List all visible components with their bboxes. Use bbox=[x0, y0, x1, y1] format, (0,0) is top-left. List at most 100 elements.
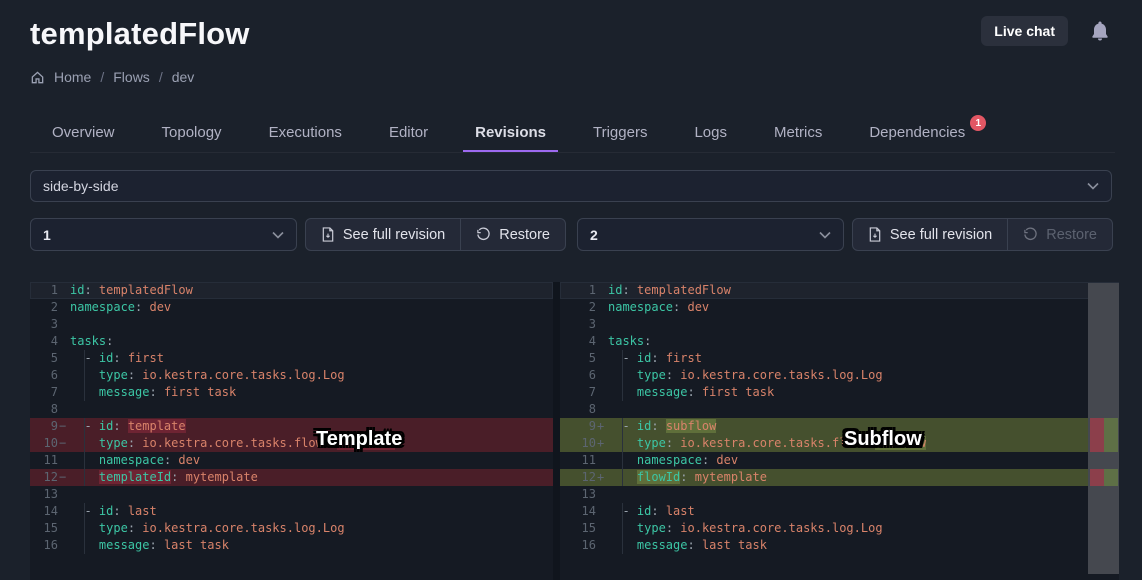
line-number: 2 bbox=[560, 299, 596, 316]
code-line: 8 bbox=[30, 401, 553, 418]
revision-select-left[interactable]: 1 bbox=[30, 218, 297, 251]
tab-executions[interactable]: Executions bbox=[257, 116, 354, 153]
line-number: 2 bbox=[30, 299, 58, 316]
file-icon bbox=[868, 227, 882, 242]
code-content: namespace: dev bbox=[70, 299, 553, 316]
code-content bbox=[70, 401, 553, 418]
diff-marker bbox=[596, 452, 608, 469]
line-number: 14 bbox=[30, 503, 58, 520]
diff-marker bbox=[596, 537, 608, 554]
chevron-down-icon bbox=[1087, 182, 1099, 190]
code-content: message: first task bbox=[608, 384, 1119, 401]
restore-button-left[interactable]: Restore bbox=[460, 219, 565, 250]
indent-guide bbox=[622, 435, 623, 452]
indent-guide bbox=[84, 520, 85, 537]
see-full-revision-label: See full revision bbox=[343, 227, 445, 243]
code-line: 11 namespace: dev bbox=[30, 452, 553, 469]
indent-guide bbox=[84, 384, 85, 401]
breadcrumb-item-dev[interactable]: dev bbox=[172, 69, 195, 85]
tab-triggers[interactable]: Triggers bbox=[581, 116, 659, 153]
line-number: 5 bbox=[30, 350, 58, 367]
tab-editor[interactable]: Editor bbox=[377, 116, 440, 153]
indent-guide bbox=[84, 418, 85, 435]
code-line: 5 - id: first bbox=[560, 350, 1119, 367]
see-full-revision-button-right[interactable]: See full revision bbox=[853, 219, 1007, 250]
diff-marker bbox=[596, 384, 608, 401]
notification-bell-icon[interactable] bbox=[1090, 20, 1110, 42]
indent-guide bbox=[622, 418, 623, 435]
tab-bar: Overview Topology Executions Editor Revision… bbox=[0, 116, 1142, 153]
tab-dependencies[interactable]: Dependencies1 bbox=[857, 116, 977, 153]
line-number: 8 bbox=[30, 401, 58, 418]
code-content: namespace: dev bbox=[608, 452, 1119, 469]
line-number: 9 bbox=[30, 418, 58, 435]
live-chat-button[interactable]: Live chat bbox=[981, 16, 1068, 46]
code-content: - id: last bbox=[608, 503, 1119, 520]
code-content: type: io.kestra.core.tasks.log.Log bbox=[70, 520, 553, 537]
see-full-revision-label: See full revision bbox=[890, 227, 992, 243]
diff-marker bbox=[596, 299, 608, 316]
diff-pane-modified[interactable]: 1id: templatedFlow2namespace: dev34tasks… bbox=[560, 282, 1119, 580]
diff-marker: + bbox=[596, 469, 608, 486]
diff-marker bbox=[58, 486, 70, 503]
diff-marker bbox=[58, 316, 70, 333]
revision-value-right: 2 bbox=[590, 227, 598, 243]
home-icon[interactable] bbox=[30, 70, 45, 85]
code-content: templateId: mytemplate bbox=[70, 469, 553, 486]
restore-button-right[interactable]: Restore bbox=[1007, 219, 1112, 250]
restore-icon bbox=[476, 227, 491, 242]
line-number: 8 bbox=[560, 401, 596, 418]
diff-marker bbox=[596, 520, 608, 537]
code-content: namespace: dev bbox=[70, 452, 553, 469]
line-number: 14 bbox=[560, 503, 596, 520]
code-content: type: io.kestra.core.tasks.flows.Subflow bbox=[608, 435, 1119, 452]
indent-guide bbox=[622, 452, 623, 469]
diff-mode-select[interactable]: side-by-side bbox=[30, 170, 1112, 202]
code-content: - id: subflow bbox=[608, 418, 1119, 435]
tab-logs[interactable]: Logs bbox=[682, 116, 739, 153]
code-content: type: io.kestra.core.tasks.flows.Templat… bbox=[70, 435, 553, 452]
line-number: 16 bbox=[560, 537, 596, 554]
code-line: 2 namespace: dev bbox=[30, 299, 553, 316]
line-number: 7 bbox=[560, 384, 596, 401]
code-content: - id: template bbox=[70, 418, 553, 435]
diff-marker: + bbox=[596, 435, 608, 452]
code-line: 9− - id: template bbox=[30, 418, 553, 435]
diff-marker: + bbox=[596, 418, 608, 435]
revision-actions-right: See full revision Restore bbox=[852, 218, 1113, 251]
line-number: 12 bbox=[30, 469, 58, 486]
diff-pane-original[interactable]: 1id: templatedFlow2namespace: dev34tasks… bbox=[30, 282, 553, 580]
diff-marker bbox=[58, 384, 70, 401]
ruler-diff-mark bbox=[1088, 469, 1119, 486]
code-content: tasks: bbox=[70, 333, 553, 350]
diff-sash[interactable] bbox=[553, 282, 560, 580]
breadcrumb-item-home[interactable]: Home bbox=[54, 69, 91, 85]
revision-value-left: 1 bbox=[43, 227, 51, 243]
restore-icon bbox=[1023, 227, 1038, 242]
tab-bar-divider bbox=[30, 152, 1115, 153]
see-full-revision-button-left[interactable]: See full revision bbox=[306, 219, 460, 250]
line-number: 1 bbox=[560, 282, 596, 299]
code-line: 16 message: last task bbox=[560, 537, 1119, 554]
tab-overview[interactable]: Overview bbox=[40, 116, 127, 153]
code-content: id: templatedFlow bbox=[608, 282, 1119, 299]
diff-marker bbox=[596, 486, 608, 503]
code-line: 16 message: last task bbox=[30, 537, 553, 554]
code-line: 5 - id: first bbox=[30, 350, 553, 367]
ruler-diff-mark bbox=[1088, 435, 1119, 452]
restore-label: Restore bbox=[1046, 227, 1097, 243]
indent-guide bbox=[622, 537, 623, 554]
breadcrumb: Home/Flows/dev bbox=[30, 69, 194, 85]
line-number: 10 bbox=[30, 435, 58, 452]
overview-ruler-scrollbar[interactable] bbox=[1088, 283, 1119, 574]
tab-metrics[interactable]: Metrics bbox=[762, 116, 834, 153]
tab-topology[interactable]: Topology bbox=[150, 116, 234, 153]
breadcrumb-item-flows[interactable]: Flows bbox=[113, 69, 150, 85]
diff-marker bbox=[596, 333, 608, 350]
code-line: 12− templateId: mytemplate bbox=[30, 469, 553, 486]
revision-select-right[interactable]: 2 bbox=[577, 218, 844, 251]
tab-revisions[interactable]: Revisions bbox=[463, 116, 558, 153]
indent-guide bbox=[622, 367, 623, 384]
code-content bbox=[70, 316, 553, 333]
line-number: 4 bbox=[560, 333, 596, 350]
